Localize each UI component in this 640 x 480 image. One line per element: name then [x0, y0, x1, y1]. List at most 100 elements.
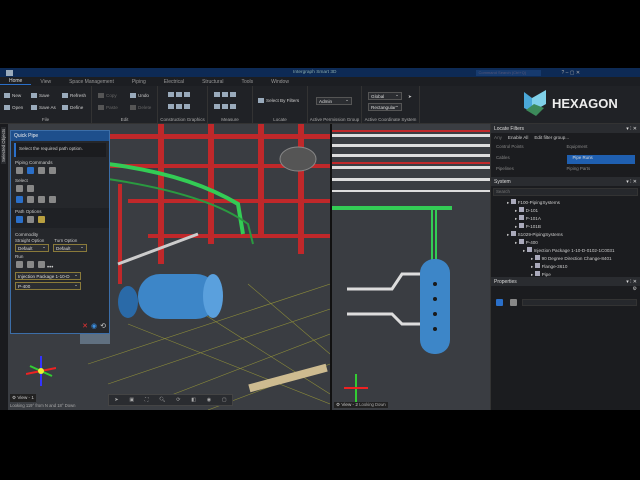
straight-option-select[interactable]: Default: [15, 244, 49, 252]
run-select-icon[interactable]: [16, 261, 23, 268]
filter-pipelines[interactable]: Pipelines: [496, 166, 565, 175]
cancel-icon[interactable]: ✕: [82, 322, 88, 330]
insert-component-icon[interactable]: [38, 167, 45, 174]
new-button[interactable]: New: [4, 93, 22, 99]
tab-electrical[interactable]: Electrical: [155, 79, 193, 85]
tree-node-icon: [518, 223, 524, 228]
render-mode-icon[interactable]: ◧: [191, 397, 196, 403]
tree-item[interactable]: ▸ S1029-PipingSystems: [491, 231, 640, 239]
tree-item[interactable]: ▸ D-101: [491, 207, 640, 215]
rotate-icon[interactable]: ⟳: [176, 397, 180, 403]
select-grid-icon[interactable]: [16, 196, 23, 203]
restart-icon[interactable]: ⟲: [100, 322, 106, 330]
properties-panel-controls[interactable]: ▾ ⫶ ✕: [626, 279, 637, 285]
window-zoom-icon[interactable]: ▣: [129, 397, 134, 403]
path-option-3-icon[interactable]: [38, 216, 45, 223]
properties-categorized-icon[interactable]: [496, 299, 503, 306]
panel-controls[interactable]: ▾ ⫶ ✕: [626, 126, 637, 132]
select-end-icon[interactable]: [27, 185, 34, 192]
tab-home[interactable]: Home: [0, 78, 32, 85]
edit-filter-group-button[interactable]: Edit filter group...: [534, 135, 569, 140]
measure-tools[interactable]: [214, 92, 238, 98]
undo-button[interactable]: Undo: [130, 93, 149, 99]
filter-pipe-runs[interactable]: Pipe Runs: [566, 155, 635, 164]
tab-piping[interactable]: Piping: [123, 79, 155, 85]
tree-item[interactable]: ▸ 90 Degree Direction Change-8401: [491, 255, 640, 263]
run-select[interactable]: Injection Package 1-10-D: [15, 272, 81, 280]
permission-group-select[interactable]: Admin: [316, 97, 352, 105]
view-cube[interactable]: [279, 146, 317, 172]
coordinate-group: Global Rectangular ➤ Active Coordinate S…: [362, 86, 420, 124]
zoom-icon[interactable]: 🔍︎: [159, 397, 165, 403]
refresh-button[interactable]: Refresh: [62, 93, 86, 99]
view-settings-icon[interactable]: ▢: [222, 397, 227, 403]
tree-item[interactable]: ▸ P-400: [491, 239, 640, 247]
fit-icon[interactable]: ⛶: [145, 397, 149, 403]
delete-button[interactable]: Delete: [130, 105, 151, 111]
tab-view[interactable]: View: [31, 79, 60, 85]
filter-cables[interactable]: Cables: [496, 155, 565, 164]
enable-all-button[interactable]: Enable All: [508, 135, 528, 140]
select-object-icon[interactable]: [49, 196, 56, 203]
run-new-icon[interactable]: [27, 261, 34, 268]
pointer-icon[interactable]: ➤: [408, 94, 412, 100]
define-button[interactable]: Define: [62, 105, 83, 111]
tree-item[interactable]: ▸ Injection Package 1-10-D-0102-1C0031: [491, 247, 640, 255]
coordinate-type-select[interactable]: Rectangular: [368, 103, 402, 111]
select-tool-icon[interactable]: ➤: [114, 397, 118, 403]
route-pipe-icon[interactable]: [16, 167, 23, 174]
select-by-filters-button[interactable]: Select By Filters: [258, 98, 299, 104]
select-point-icon[interactable]: [27, 196, 34, 203]
system-search-input[interactable]: Search: [493, 188, 638, 196]
measure-tools-2[interactable]: [214, 104, 238, 110]
paste-button[interactable]: Paste: [98, 105, 118, 111]
tab-structural[interactable]: Structural: [193, 79, 232, 85]
coordinate-system-select[interactable]: Global: [368, 92, 402, 100]
tree-item[interactable]: ▸ F100-PipingSystems: [491, 199, 640, 207]
tree-item-label: P-400: [525, 240, 538, 245]
select-start-icon[interactable]: [16, 185, 23, 192]
quick-pipe-panel: Quick Pipe Select the required path opti…: [10, 130, 110, 334]
filter-control-points[interactable]: Control Points: [496, 144, 565, 153]
tree-item[interactable]: ▸ P-101B: [491, 223, 640, 231]
command-search[interactable]: Command Search (Ctrl+Q): [476, 69, 542, 76]
open-button[interactable]: Open: [4, 105, 23, 111]
run-name-field[interactable]: P-400: [15, 282, 81, 290]
window-controls[interactable]: ? – ▢ ✕: [561, 70, 580, 76]
prompt-text: Select the required path option.: [14, 143, 106, 157]
tree-item[interactable]: ▸ Flange-3610: [491, 263, 640, 271]
tree-node-icon: [510, 199, 516, 204]
construction-tools-2[interactable]: [168, 104, 192, 110]
properties-settings-icon[interactable]: ⚙: [491, 286, 640, 296]
finish-icon[interactable]: ◉: [91, 322, 97, 330]
clip-icon[interactable]: ◉: [207, 397, 211, 403]
select-nozzle-icon[interactable]: [38, 196, 45, 203]
path-option-2-icon[interactable]: [27, 216, 34, 223]
tree-item[interactable]: ▸ P-101A: [491, 215, 640, 223]
tree-node-icon: [518, 215, 524, 220]
selected-objects-tab[interactable]: Selected Objects: [1, 126, 6, 164]
tab-tools[interactable]: Tools: [232, 79, 262, 85]
tab-window[interactable]: Window: [262, 79, 298, 85]
view2-label[interactable]: ⚙ View - 2 Looking Down: [334, 402, 388, 408]
system-panel-controls[interactable]: ▾ ⫶ ✕: [626, 179, 637, 185]
quick-pipe-icon[interactable]: [27, 167, 34, 174]
menu-tabs: Home View Space Management Piping Electr…: [0, 77, 640, 86]
properties-search-input[interactable]: [522, 299, 637, 306]
pipe-support-icon[interactable]: [49, 167, 56, 174]
view1-label[interactable]: ⚙ View - 1: [10, 394, 36, 402]
any-toggle[interactable]: Any: [494, 135, 502, 140]
path-option-1-icon[interactable]: [16, 216, 23, 223]
filter-equipment[interactable]: Equipment: [567, 144, 636, 153]
save-as-button[interactable]: Save As: [31, 105, 56, 111]
tab-space-management[interactable]: Space Management: [60, 79, 123, 85]
construction-tools[interactable]: [168, 92, 192, 98]
filter-piping-parts[interactable]: Piping Parts: [567, 166, 636, 175]
new-label: New: [12, 93, 22, 98]
viewport-2[interactable]: ⚙ View - 2 Looking Down: [330, 124, 490, 410]
copy-button[interactable]: Copy: [98, 93, 117, 99]
properties-alpha-icon[interactable]: [510, 299, 517, 306]
save-button[interactable]: Save: [31, 93, 49, 99]
run-properties-icon[interactable]: [38, 261, 45, 268]
turn-option-select[interactable]: Default: [53, 244, 87, 252]
